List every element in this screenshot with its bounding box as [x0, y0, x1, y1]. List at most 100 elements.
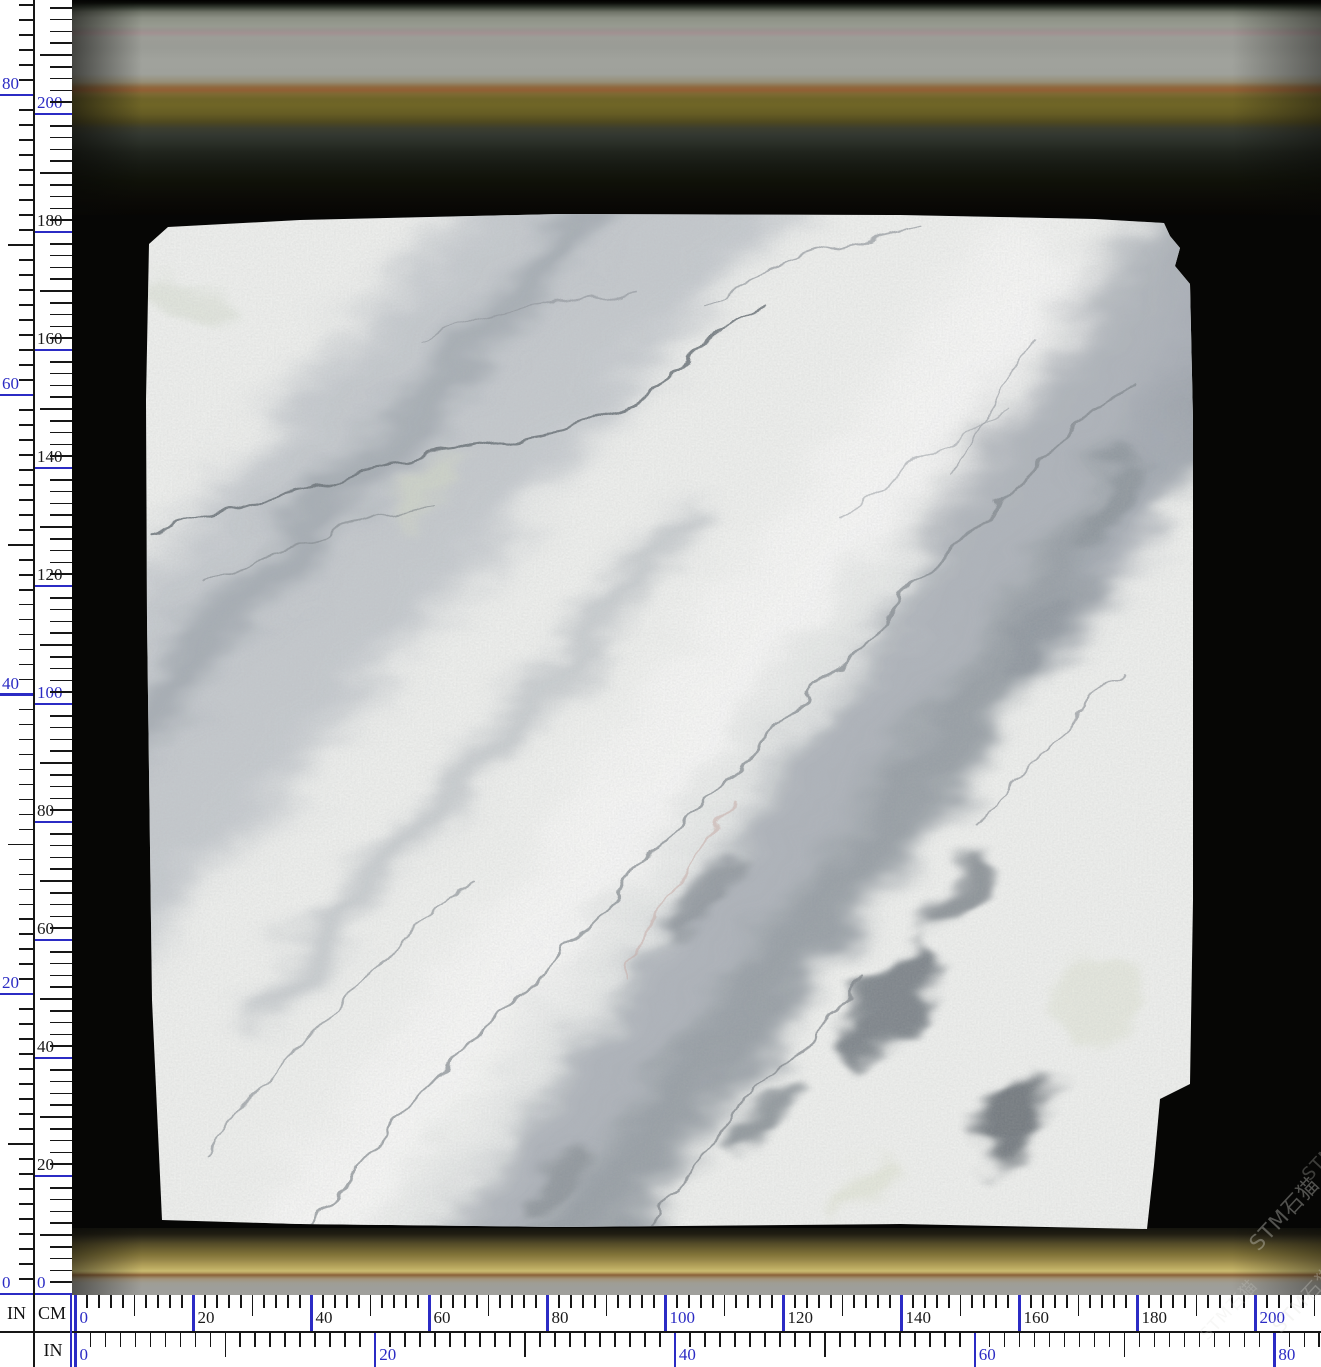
ruler-tick [19, 948, 34, 950]
ruler-tick [912, 1295, 914, 1308]
ruler-tick [19, 649, 34, 651]
ruler-tick [1042, 1295, 1044, 1308]
ruler-tick [19, 1248, 34, 1250]
ruler-tick [50, 1081, 72, 1083]
ruler-tick [19, 1083, 34, 1085]
ruler-tick [749, 1333, 751, 1347]
ruler-tick [19, 634, 34, 636]
ruler-tick [1030, 1295, 1032, 1308]
ruler-tick [644, 1333, 646, 1347]
ruler-tick [50, 668, 72, 670]
ruler-major-line [428, 1295, 430, 1331]
ruler-major-line [74, 1295, 76, 1331]
ruler-tick [19, 469, 34, 471]
ruler-tick [1266, 1295, 1268, 1308]
ruler-tick [120, 1333, 122, 1347]
ruler-label: 40 [679, 1345, 696, 1364]
ruler-tick [1196, 1295, 1198, 1316]
ruler-tick [195, 1333, 197, 1347]
ruler-tick [19, 859, 34, 861]
ruler-tick [853, 1295, 855, 1308]
ruler-tick [40, 998, 72, 1000]
ruler-tick [606, 1295, 608, 1316]
ruler-major-line [34, 349, 72, 351]
ruler-tick [50, 66, 72, 68]
ruler-tick [50, 184, 72, 186]
ruler-tick [676, 1295, 678, 1308]
ruler-tick [299, 1333, 301, 1347]
ruler-tick [1148, 1295, 1150, 1308]
ruler-tick [50, 503, 72, 505]
ruler-tick [449, 1333, 451, 1347]
ruler-tick [734, 1333, 736, 1347]
ruler-tick [275, 1295, 277, 1308]
ruler-tick [700, 1295, 702, 1308]
ruler-major-line [0, 94, 34, 96]
ruler-tick [50, 892, 72, 894]
ruler-tick [19, 409, 34, 411]
ruler-label: 200 [1260, 1308, 1286, 1327]
ruler-tick [19, 829, 34, 831]
ruler-tick [50, 444, 72, 446]
ruler-tick [50, 573, 72, 575]
ruler-label: 0 [80, 1308, 89, 1327]
ruler-major-line [34, 1057, 72, 1059]
ruler-label: 80 [1278, 1345, 1295, 1364]
ruler-tick [434, 1333, 436, 1347]
ruler-tick [50, 7, 72, 9]
ruler-tick [19, 199, 34, 201]
ruler-tick [216, 1295, 218, 1308]
ruler-tick [358, 1295, 360, 1308]
ruler-tick [689, 1333, 691, 1347]
ruler-tick [1231, 1295, 1233, 1308]
ruler-tick [19, 1218, 34, 1220]
ruler-tick [1066, 1295, 1068, 1308]
ruler-tick [50, 1128, 72, 1130]
ruler-tick [960, 1295, 962, 1316]
ruler-tick [19, 784, 34, 786]
ruler-tick [181, 1295, 183, 1308]
ruler-tick [50, 916, 72, 918]
ruler-tick [877, 1295, 879, 1308]
ruler-tick [869, 1333, 871, 1347]
ruler-tick [19, 19, 34, 21]
ruler-tick [1243, 1295, 1245, 1308]
ruler-tick [50, 101, 72, 103]
ruler-tick [1219, 1295, 1221, 1308]
ruler-tick [50, 597, 72, 599]
ruler-tick [419, 1333, 421, 1347]
ruler-tick [995, 1295, 997, 1308]
ruler-tick [1079, 1333, 1081, 1347]
ruler-tick [19, 1068, 34, 1070]
ruler-tick [839, 1333, 841, 1347]
ruler-tick [50, 1281, 72, 1283]
ruler-tick [40, 762, 72, 764]
ruler-label: 60 [434, 1308, 451, 1327]
ruler-tick [1259, 1333, 1261, 1347]
ruler-tick [1089, 1295, 1091, 1308]
ruler-tick [50, 1222, 72, 1224]
ruler-tick [524, 1333, 526, 1357]
ruler-tick [19, 289, 34, 291]
ruler-tick [19, 1188, 34, 1190]
ruler-tick [794, 1333, 796, 1347]
ruler-tick [40, 408, 72, 410]
ruler-tick [19, 724, 34, 726]
ruler-tick [948, 1295, 950, 1308]
ruler-tick [19, 739, 34, 741]
ruler-tick [779, 1333, 781, 1347]
ruler-tick [464, 1295, 466, 1308]
ruler-tick [983, 1295, 985, 1308]
ruler-tick [334, 1295, 336, 1308]
ruler-tick [50, 904, 72, 906]
ruler-label: 80 [552, 1308, 569, 1327]
ruler-tick [19, 799, 34, 801]
ruler-major-line [546, 1295, 548, 1331]
ruler-tick [19, 154, 34, 156]
ruler-tick [314, 1333, 316, 1347]
ruler-tick [1278, 1295, 1280, 1308]
ruler-tick [1169, 1333, 1171, 1347]
ruler-tick [50, 208, 72, 210]
ruler-tick [19, 874, 34, 876]
ruler-tick [50, 550, 72, 552]
